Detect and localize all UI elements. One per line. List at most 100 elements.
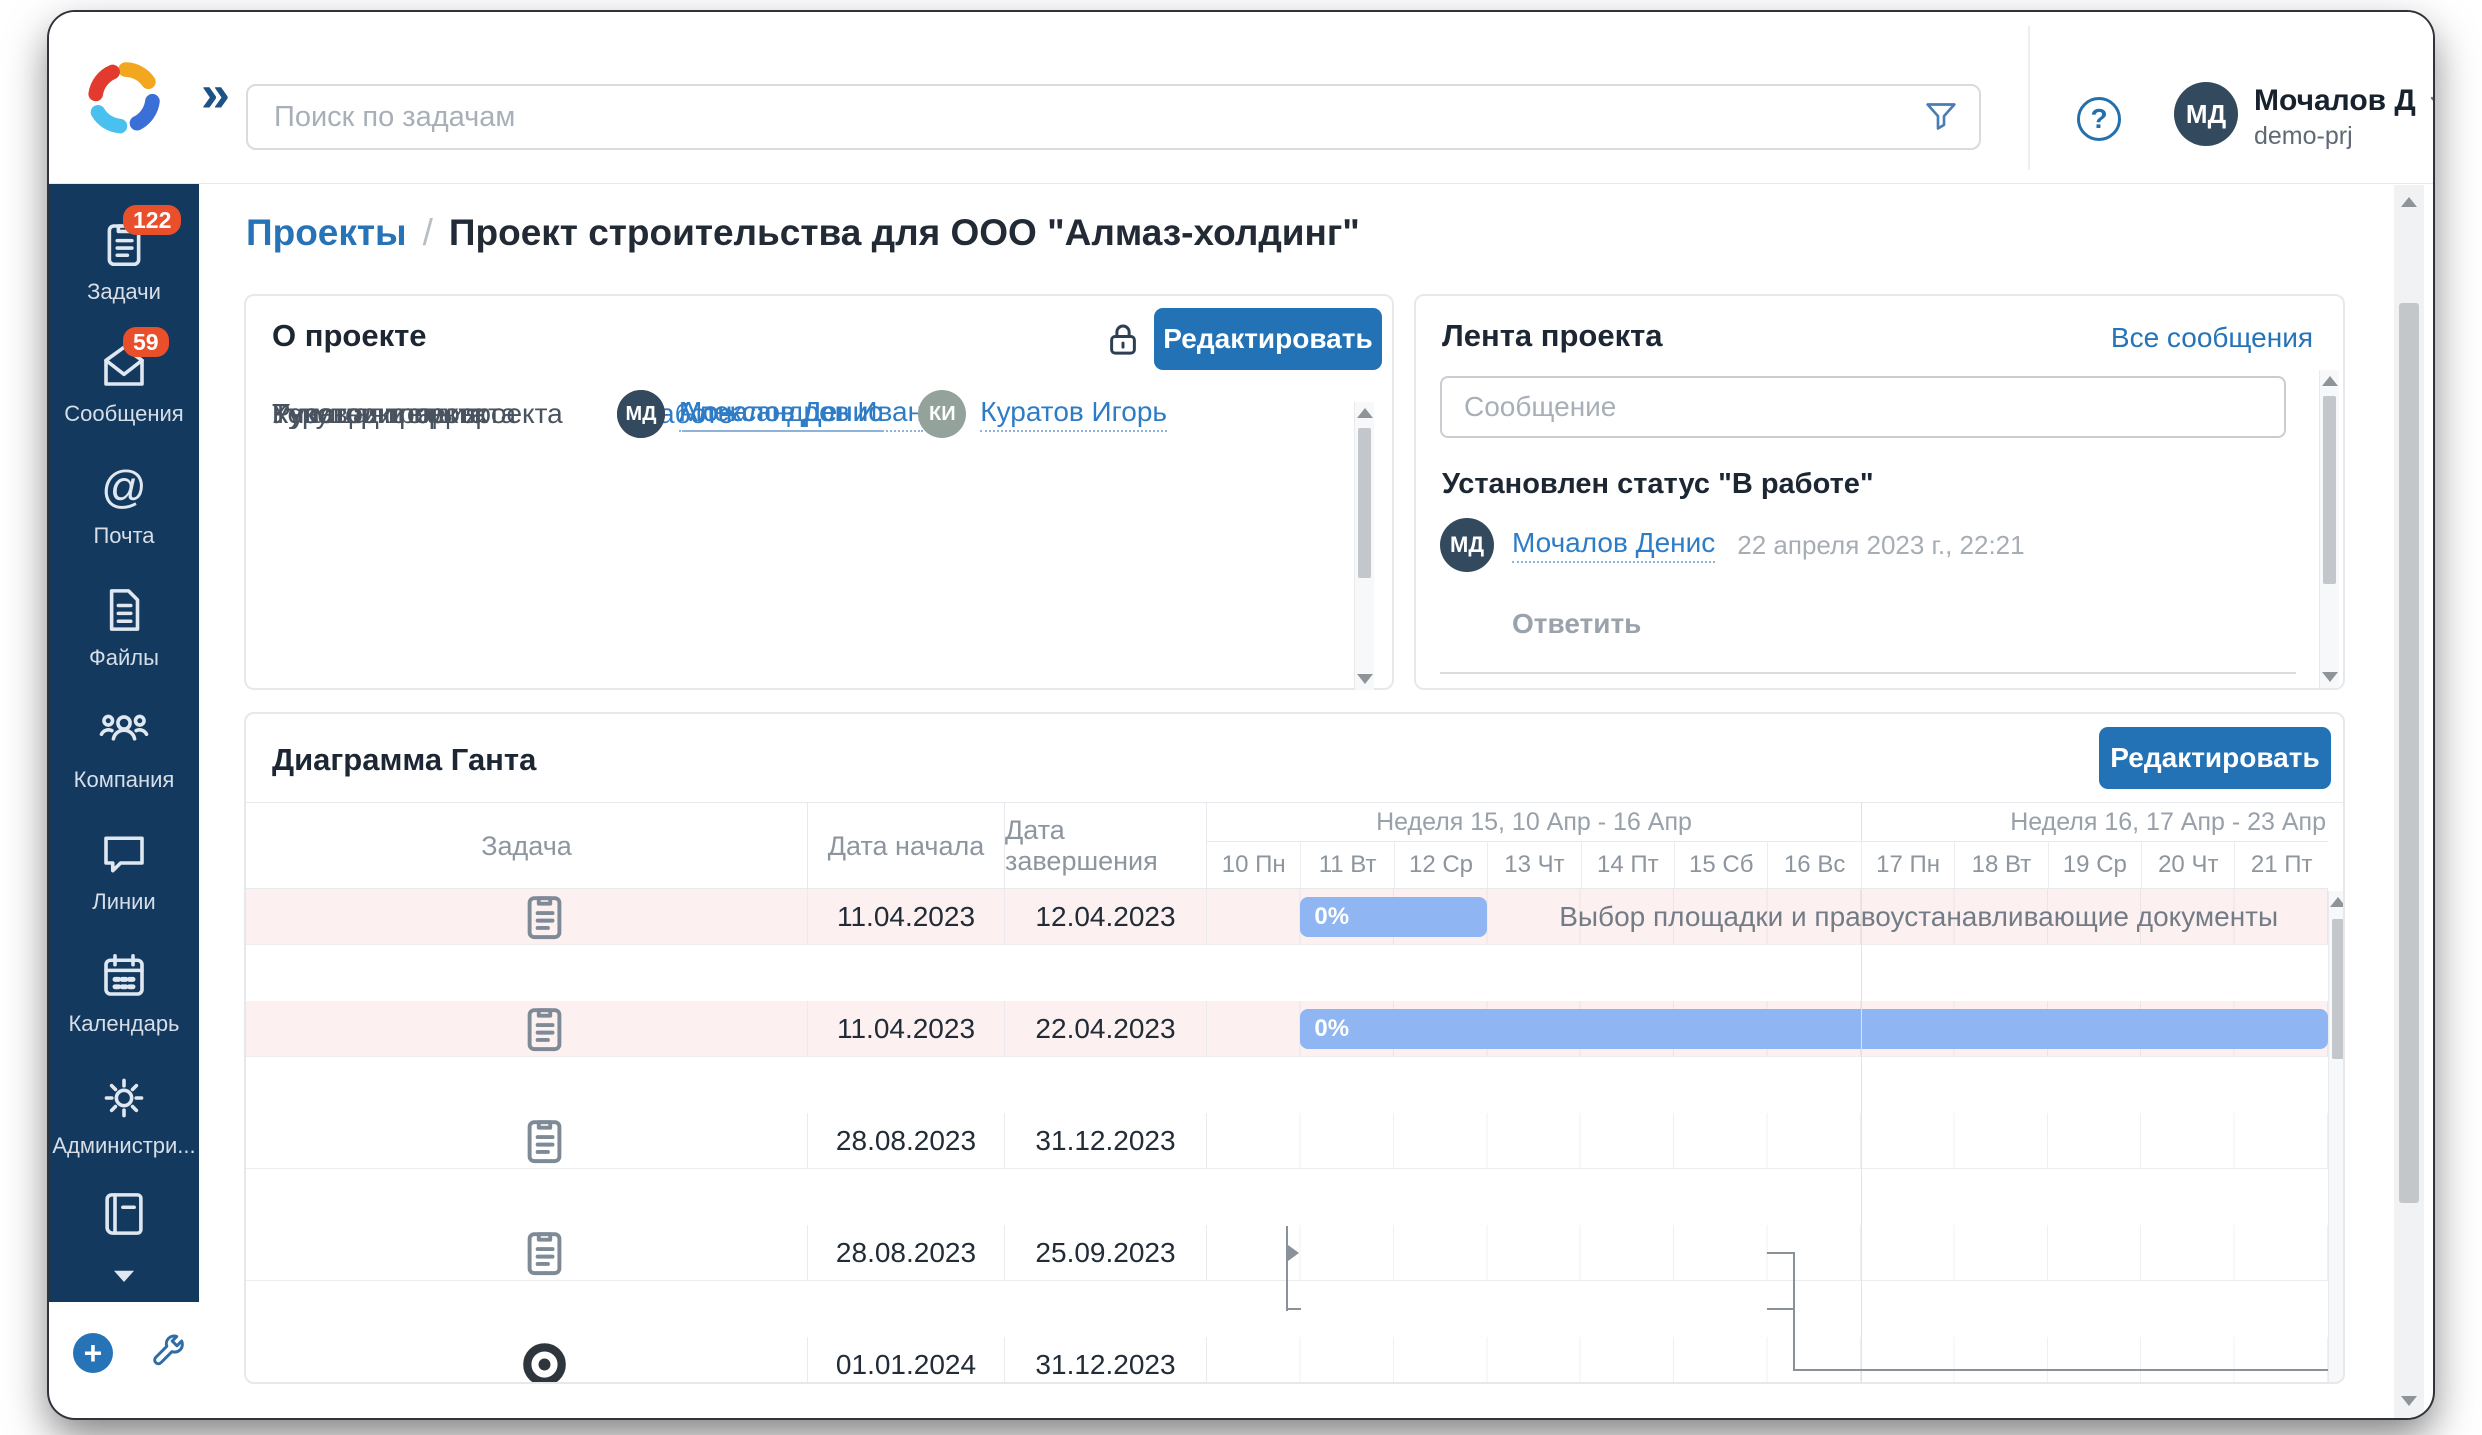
sidebar-item-label: Файлы (89, 645, 159, 671)
scroll-up-icon[interactable] (2330, 897, 2345, 907)
lock-icon (1102, 316, 1144, 364)
gantt-table: Задача Дата начала Дата завершения Недел… (246, 802, 2343, 1382)
scroll-down-icon[interactable] (2322, 672, 2338, 682)
scroll-up-icon[interactable] (2322, 376, 2338, 386)
breadcrumb: Проекты / Проект строительства для ООО "… (246, 212, 1360, 254)
edit-project-button[interactable]: Редактировать (1154, 308, 1382, 370)
all-messages-link[interactable]: Все сообщения (2111, 322, 2313, 354)
gantt-scrollbar[interactable] (2328, 891, 2345, 1384)
sidebar-item[interactable]: 122 Задачи (49, 200, 199, 322)
scroll-thumb[interactable] (2399, 303, 2419, 1203)
edit-gantt-button[interactable]: Редактировать (2099, 727, 2331, 789)
svg-text:@: @ (101, 462, 147, 513)
start-date-cell: 11.04.2023 (808, 1001, 1005, 1056)
feed-scrollbar[interactable] (2319, 370, 2339, 688)
scroll-down-icon[interactable] (2401, 1396, 2417, 1406)
about-project-card: О проекте Редактировать Текущая стадия В… (244, 294, 1394, 690)
start-date-cell: 28.08.2023 (808, 1113, 1005, 1168)
sidebar-more-icon[interactable] (109, 1266, 139, 1288)
end-date-cell: 31.12.2023 (1005, 1113, 1207, 1168)
task-type-icon (282, 1337, 807, 1382)
feed-divider (1440, 672, 2296, 674)
end-date-cell: 31.12.2023 (1005, 1337, 1207, 1382)
scroll-down-icon[interactable] (1357, 674, 1373, 684)
sidebar-item-icon (97, 1071, 151, 1125)
topbar-divider (2028, 26, 2030, 170)
day-header: 19 Ср (2048, 842, 2141, 888)
bar-progress: 0% (1314, 1015, 1349, 1043)
sidebar-item-label: Задачи (87, 279, 161, 305)
add-button[interactable]: + (73, 1333, 113, 1373)
sidebar-item[interactable]: Календарь (49, 932, 199, 1054)
sidebar-item[interactable]: Линии (49, 810, 199, 932)
reply-button[interactable]: Ответить (1512, 608, 1641, 640)
day-header: 12 Ср (1394, 842, 1487, 888)
dependency-line (1767, 1252, 1795, 1254)
sidebar-item-icon (97, 705, 151, 759)
avatar: КИ (918, 390, 966, 438)
breadcrumb-projects-link[interactable]: Проекты (246, 212, 407, 254)
day-header: 11 Вт (1300, 842, 1393, 888)
scroll-thumb[interactable] (2323, 396, 2336, 584)
sidebar-item-icon: 122 (97, 217, 151, 271)
day-header: 21 Пт (2234, 842, 2327, 888)
task-type-icon (282, 889, 807, 944)
gantt-title: Диаграмма Ганта (272, 742, 536, 778)
gantt-header: Задача Дата начала Дата завершения Недел… (246, 803, 2328, 889)
sidebar-expand-icon[interactable]: » (201, 64, 230, 124)
sidebar-item[interactable] (49, 1176, 199, 1260)
page-scrollbar[interactable] (2394, 185, 2424, 1418)
search-input[interactable] (246, 84, 1981, 150)
sidebar-item[interactable]: Файлы (49, 566, 199, 688)
sidebar-footer: + (49, 1308, 199, 1398)
sidebar-item-label: Сообщения (64, 401, 183, 427)
scroll-thumb[interactable] (2332, 919, 2344, 1059)
feed-timestamp: 22 апреля 2023 г., 22:21 (1737, 530, 2024, 561)
workspace-name: demo-prj (2254, 122, 2433, 151)
gantt-bar[interactable]: 0% (1300, 897, 1487, 937)
user-menu[interactable]: МД Мочалов Д demo-prj (2174, 82, 2433, 151)
scroll-thumb[interactable] (1358, 428, 1371, 578)
help-button[interactable]: ? (2077, 97, 2121, 141)
sidebar-item-label: Календарь (68, 1011, 179, 1037)
task-cell: Выпуск постановления правительства (246, 1001, 808, 1056)
bar-progress: 0% (1314, 903, 1349, 931)
wrench-icon[interactable] (147, 1332, 189, 1374)
day-header: 18 Вт (1954, 842, 2047, 888)
column-header-start: Дата начала (808, 803, 1005, 889)
dependency-line (1767, 1308, 1795, 1310)
person-link[interactable]: Мочалов Денис (1512, 527, 1715, 563)
app-logo[interactable] (49, 12, 199, 184)
day-header: 10 Пн (1207, 842, 1300, 888)
sidebar-item[interactable]: 59 Сообщения (49, 322, 199, 444)
timeline-cell (1207, 1337, 2328, 1382)
app-window: » ? МД Мочалов Д demo-prj (49, 12, 2433, 1418)
feed-author: МД Мочалов Денис 22 апреля 2023 г., 22:2… (1440, 518, 2025, 572)
person-link[interactable]: Мочалов Денис (679, 396, 882, 432)
week-row: Неделя 15, 10 Апр - 16 Апр Неделя 16, 17… (1207, 803, 2328, 842)
gantt-row[interactable]: Выпуск постановления правительства 11.04… (246, 1001, 2328, 1057)
task-cell: Заключение договора аренды земель (246, 1225, 808, 1280)
gantt-bar[interactable]: 0% (1300, 1009, 2328, 1049)
scroll-up-icon[interactable] (1357, 408, 1373, 418)
scroll-up-icon[interactable] (2401, 197, 2417, 207)
task-type-icon (282, 1225, 807, 1280)
sidebar-item[interactable]: @ Почта (49, 444, 199, 566)
timeline-header: Неделя 15, 10 Апр - 16 Апр Неделя 16, 17… (1207, 803, 2328, 889)
dependency-line (1286, 1308, 1301, 1310)
dependency-line (1793, 1252, 1795, 1371)
sidebar-item[interactable]: Администри... (49, 1054, 199, 1176)
person-link[interactable]: Куратов Игорь (980, 396, 1167, 432)
sidebar-item-icon (97, 1187, 151, 1241)
gantt-row[interactable]: Выбор площадки и правоустанавлива 11.04.… (246, 889, 2328, 945)
timeline-cell: 0% (1207, 1001, 2328, 1056)
about-scrollbar[interactable] (1354, 402, 1374, 690)
message-input[interactable] (1440, 376, 2286, 438)
gantt-row[interactable]: Документы получены 01.01.2024 31.12.2023 (246, 1337, 2328, 1382)
badge: 122 (123, 205, 181, 235)
filter-icon[interactable] (1921, 97, 1961, 137)
gantt-row[interactable]: Заключение инвестконтракта 28.08.2023 31… (246, 1113, 2328, 1169)
logo-icon (85, 59, 163, 137)
avatar: МД (1440, 518, 1494, 572)
sidebar-item[interactable]: Компания (49, 688, 199, 810)
